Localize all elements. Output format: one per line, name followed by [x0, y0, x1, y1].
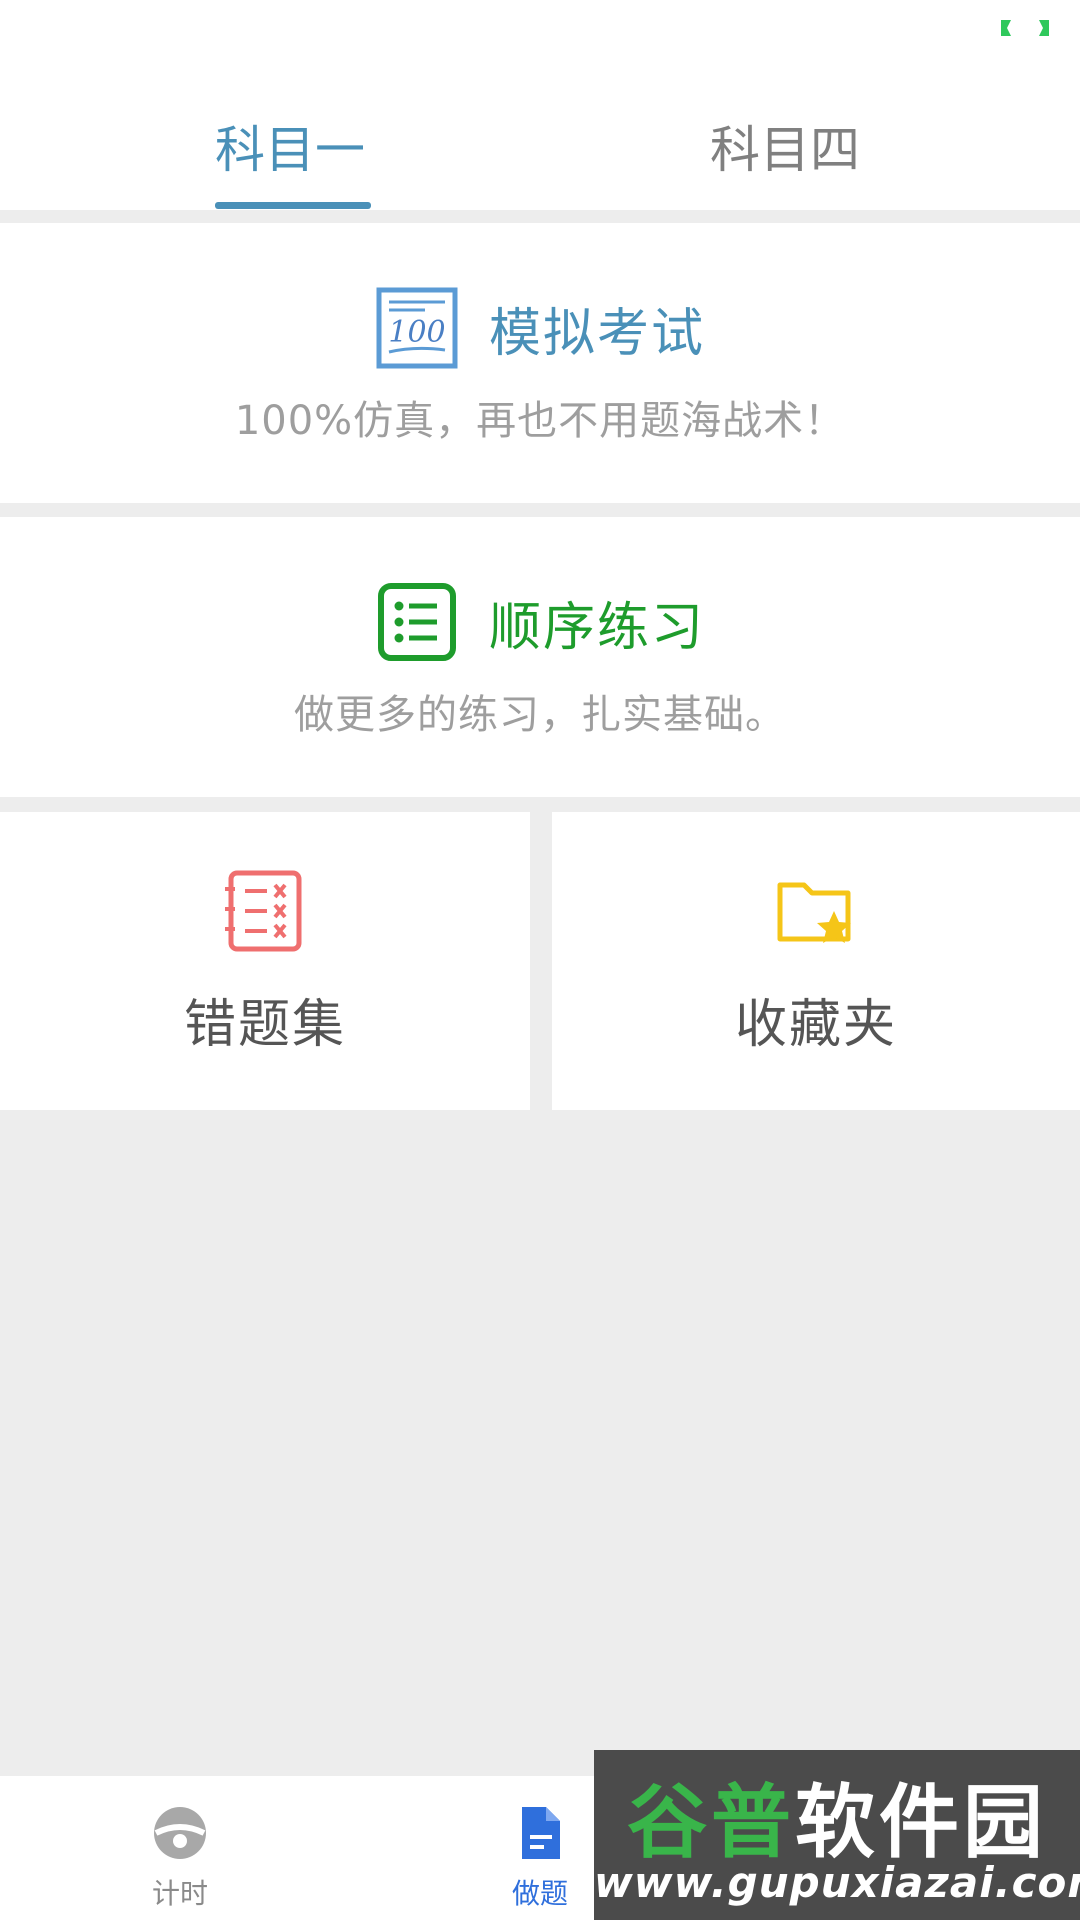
sequential-practice-subtitle: 做更多的练习，扎实基础。 [294, 692, 786, 738]
subject-tabbar: 科目一 科目四 [0, 80, 1080, 210]
active-tab-indicator [215, 202, 371, 209]
mock-exam-card[interactable]: 100 模拟考试 100%仿真，再也不用题海战术！ [0, 223, 1080, 503]
sequential-practice-card[interactable]: 顺序练习 做更多的练习，扎实基础。 [0, 517, 1080, 797]
mock-exam-header: 100 模拟考试 [0, 283, 1080, 373]
nav-item-timer[interactable]: 计时 [100, 1776, 260, 1920]
exam-100-icon: 100 [376, 287, 458, 369]
wrong-questions-label: 错题集 [183, 995, 346, 1055]
battery-icon [1001, 20, 1049, 36]
star-folder-icon [777, 882, 851, 943]
mock-exam-title: 模拟考试 [488, 303, 705, 364]
favorites-label: 收藏夹 [734, 995, 897, 1055]
list-icon [377, 583, 456, 661]
nav-timer-label: 计时 [151, 1877, 208, 1910]
watermark-url: www.gupuxiazai.com [594, 1858, 1080, 1907]
steering-wheel-icon [154, 1807, 206, 1859]
tab-subject-4[interactable]: 科目四 [705, 100, 865, 200]
document-icon [522, 1807, 560, 1859]
svg-text:100: 100 [388, 315, 445, 350]
mock-exam-subtitle: 100%仿真，再也不用题海战术！ [234, 398, 846, 444]
sequential-practice-title: 顺序练习 [488, 597, 705, 658]
watermark-cn-text: 谷普软件园 [627, 1776, 1047, 1869]
sequential-practice-header: 顺序练习 [0, 577, 1080, 667]
status-bar [0, 0, 1080, 80]
tab-subject-1[interactable]: 科目一 [210, 100, 370, 200]
site-watermark: 谷普软件园 www.gupuxiazai.com [594, 1750, 1080, 1920]
favorites-tile[interactable]: 收藏夹 [552, 812, 1080, 1110]
wrong-questions-tile[interactable]: 错题集 [0, 812, 530, 1110]
wrong-notes-icon [225, 870, 302, 952]
